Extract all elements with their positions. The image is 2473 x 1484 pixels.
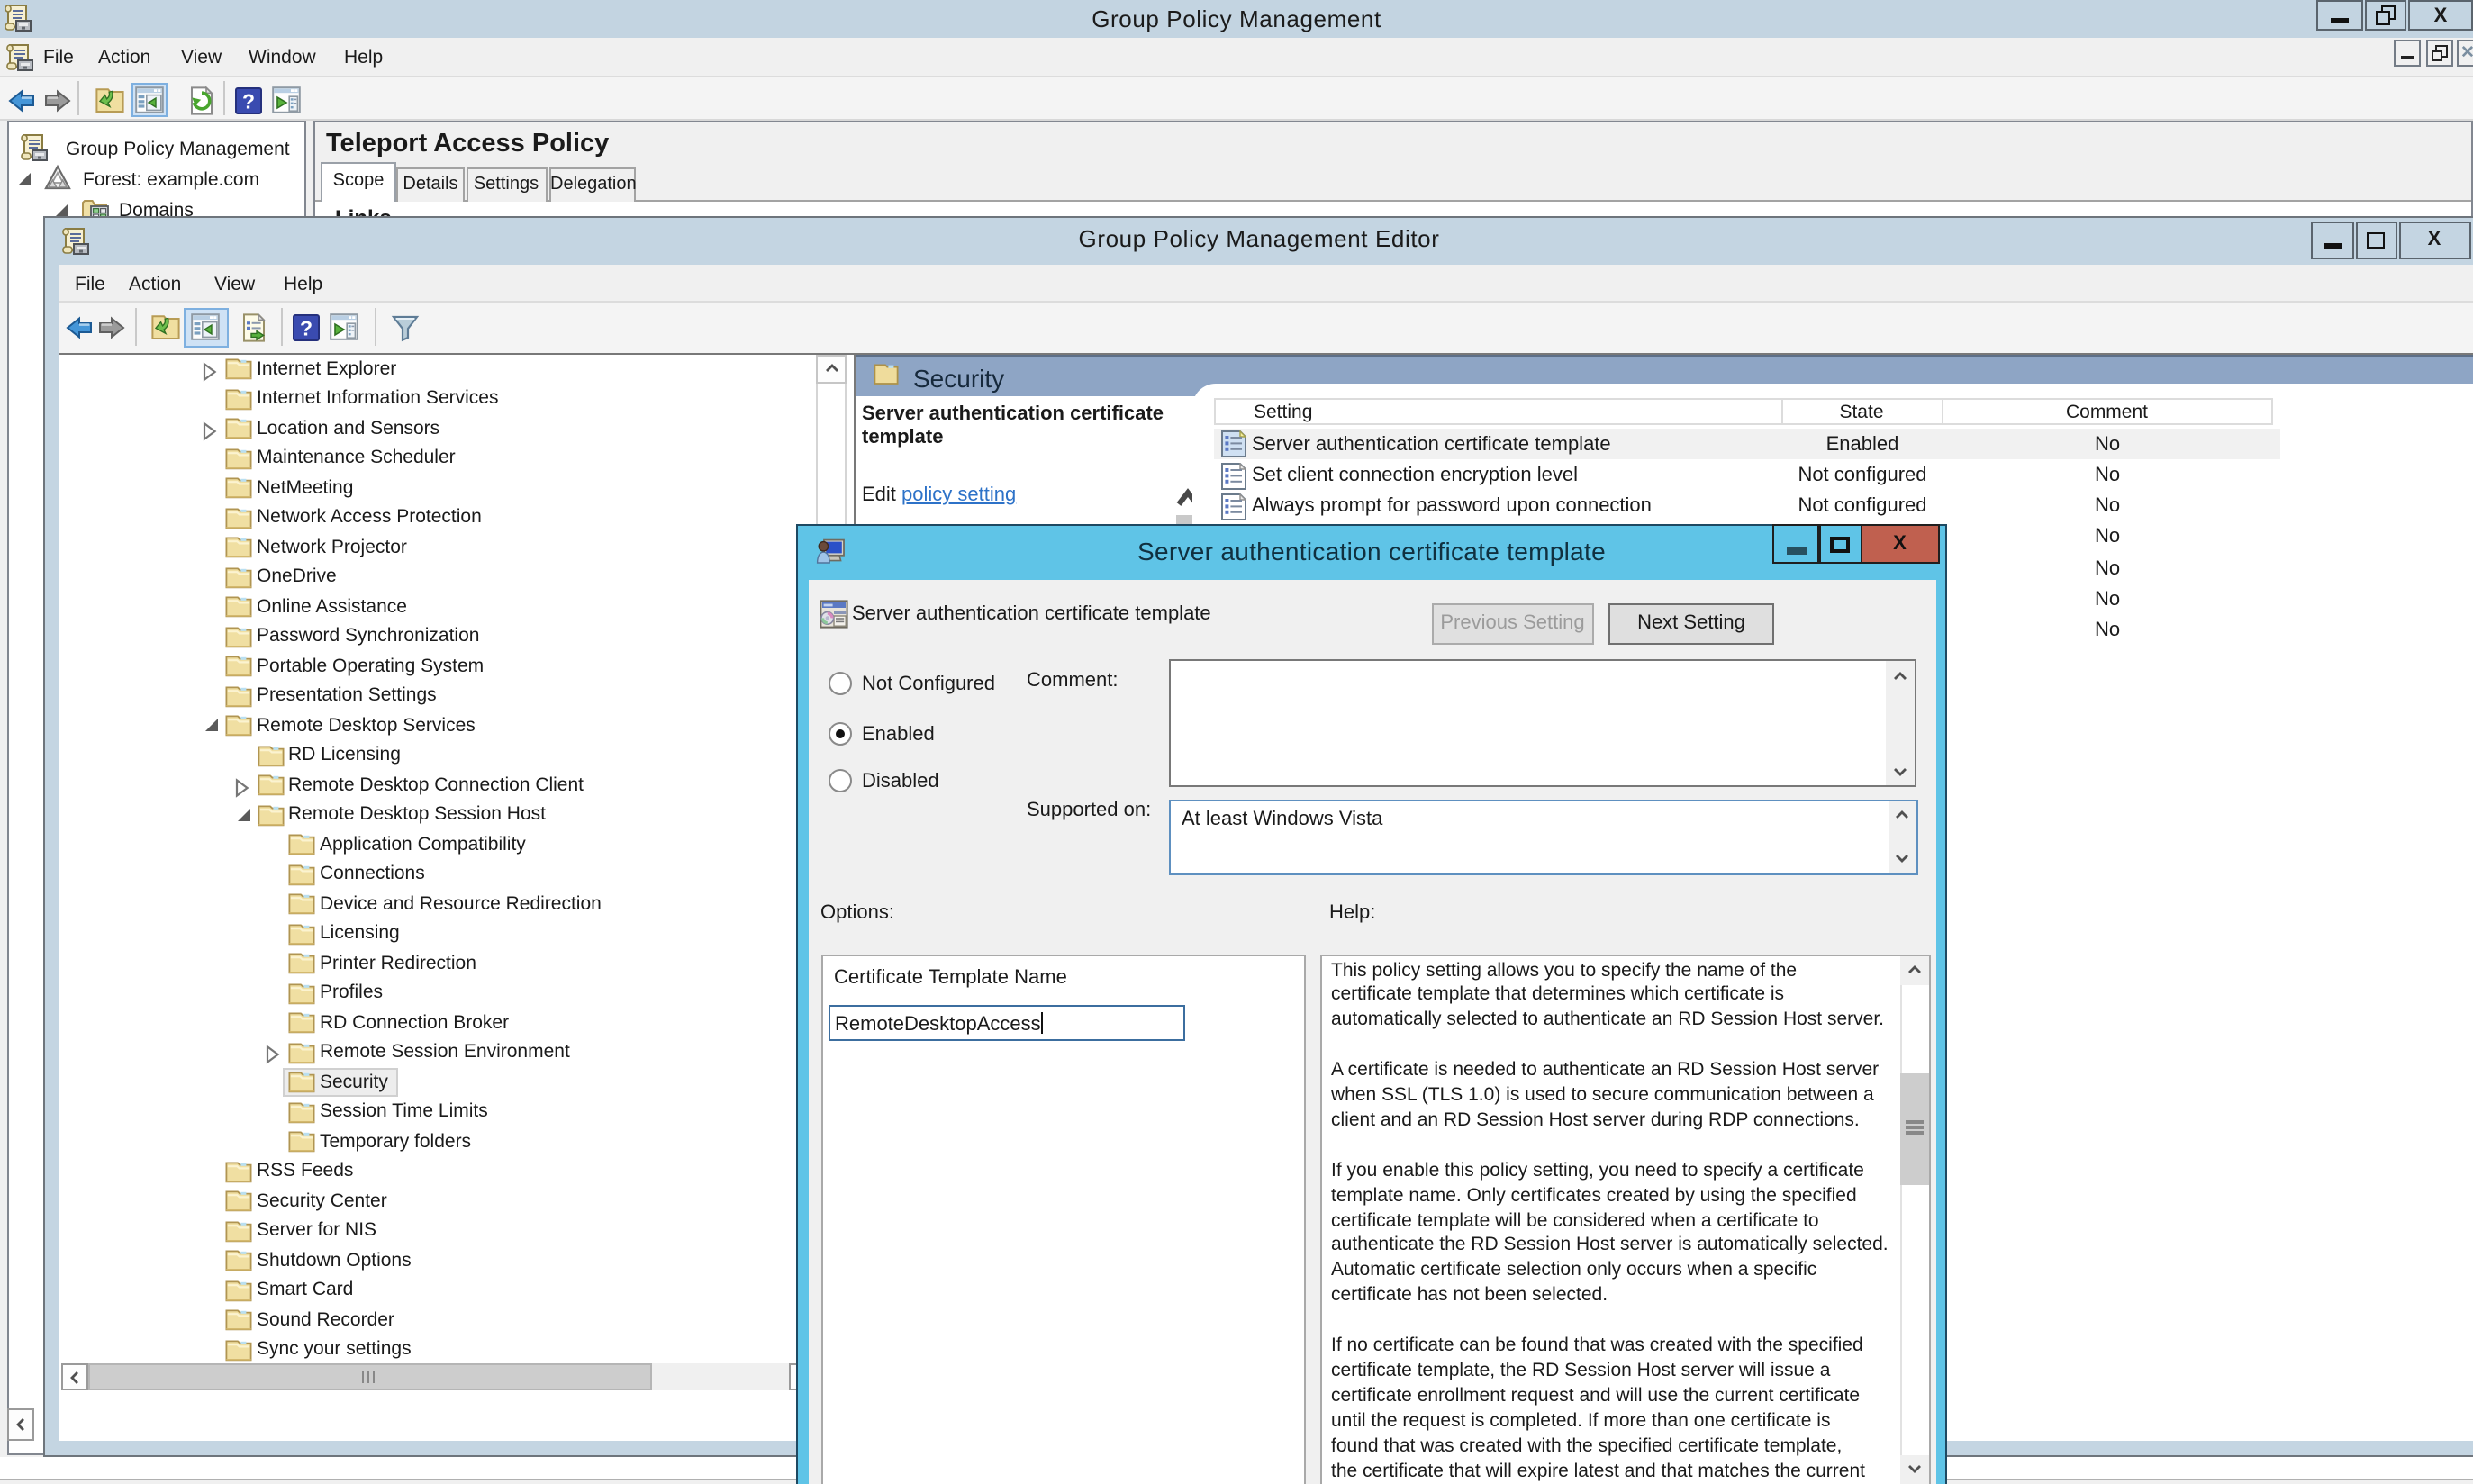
svg-text:?: ?: [300, 315, 313, 339]
svg-text:?: ?: [242, 89, 255, 113]
